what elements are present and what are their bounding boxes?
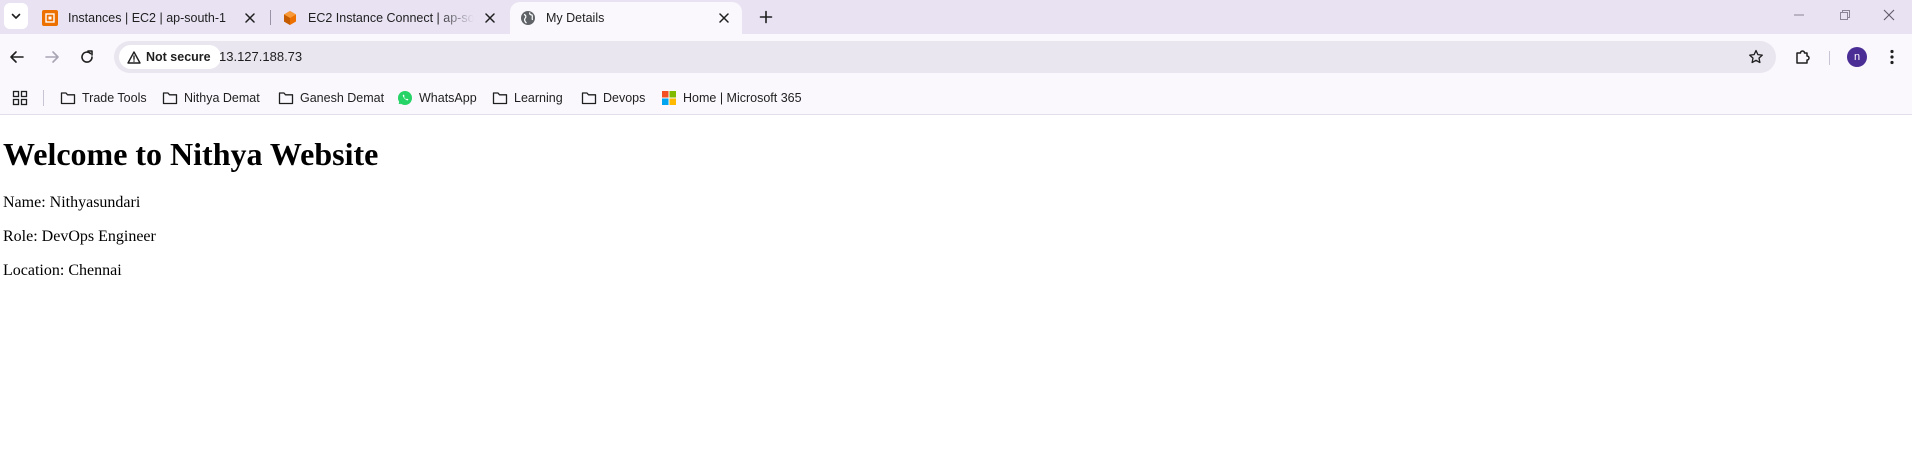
folder-icon [162,90,178,106]
role-line: Role: DevOps Engineer [3,228,156,245]
bookmark-label: Home | Microsoft 365 [683,90,802,105]
tab-strip: Instances | EC2 | ap-south-1 EC2 Instanc… [0,0,1912,34]
browser-toolbar: Not secure 13.127.188.73 n [0,34,1912,80]
bookmark-trade-tools[interactable]: Trade Tools [60,86,147,109]
avatar: n [1847,47,1867,67]
bookmark-label: Devops [603,90,646,105]
forward-button[interactable] [38,43,66,71]
name-line: Name: Nithyasundari [3,194,141,211]
more-vertical-icon [1890,49,1894,65]
arrow-right-icon [45,51,59,63]
reload-icon [81,50,93,63]
apps-grid-icon [12,90,28,106]
folder-icon [492,90,508,106]
bookmark-label: WhatsApp [419,90,477,105]
minimize-icon [1794,14,1804,16]
bookmark-label: Trade Tools [82,90,147,105]
profile-button[interactable]: n [1843,43,1871,71]
apps-button[interactable] [10,88,30,108]
warning-icon [127,50,141,64]
url-text[interactable]: 13.127.188.73 [219,49,302,64]
close-tab-icon[interactable] [716,10,732,26]
tab-title: Instances | EC2 | ap-south-1 [68,11,226,25]
security-label: Not secure [146,50,211,64]
bookmark-label: Nithya Demat [184,90,260,105]
reload-button[interactable] [73,43,101,71]
close-tab-icon[interactable] [482,10,498,26]
tab-title: My Details [546,11,605,25]
back-button[interactable] [3,43,31,71]
chevron-down-icon [11,13,21,19]
extensions-button[interactable] [1789,43,1817,71]
new-tab-button[interactable] [752,3,780,31]
bookmarks-bar: Trade Tools Nithya Demat Ganesh Demat Wh… [0,80,1912,115]
bookmark-ganesh-demat[interactable]: Ganesh Demat [278,86,384,109]
restore-button[interactable] [1822,0,1868,30]
plus-icon [759,10,773,24]
restore-icon [1840,10,1850,20]
star-icon [1749,49,1763,64]
page-heading: Welcome to Nithya Website [3,136,379,172]
bookmark-learning[interactable]: Learning [492,86,563,109]
close-window-button[interactable] [1866,0,1912,30]
folder-icon [278,90,294,106]
bookmark-home-microsoft-365[interactable]: Home | Microsoft 365 [661,86,802,109]
tab-separator [270,10,271,25]
site-info-button[interactable]: Not secure [119,45,221,69]
aws-ec2-icon [42,10,58,26]
toolbar-divider [1829,51,1830,65]
bookmark-nithya-demat[interactable]: Nithya Demat [162,86,260,109]
tab-ec2-instance-connect[interactable]: EC2 Instance Connect | ap-south-1 [272,2,508,34]
tab-search-button[interactable] [4,3,28,29]
tab-title: EC2 Instance Connect | ap-south-1 [308,11,474,25]
page-content: Welcome to Nithya Website Name: Nithyasu… [0,116,1912,470]
bookmark-star-button[interactable] [1746,47,1766,67]
puzzle-piece-icon [1796,50,1810,64]
globe-icon [520,10,536,26]
folder-icon [60,90,76,106]
minimize-button[interactable] [1776,0,1822,30]
tab-instances-ec2[interactable]: Instances | EC2 | ap-south-1 [32,2,268,34]
aws-ec2-connect-icon [282,10,298,26]
menu-button[interactable] [1878,43,1906,71]
whatsapp-icon [397,90,413,106]
address-bar[interactable]: Not secure 13.127.188.73 [114,41,1776,73]
arrow-left-icon [10,51,24,63]
close-icon [1883,9,1895,21]
folder-icon [581,90,597,106]
location-line: Location: Chennai [3,262,122,279]
tab-my-details[interactable]: My Details [510,2,742,34]
bookmark-whatsapp[interactable]: WhatsApp [397,86,477,109]
microsoft-icon [661,90,677,106]
bookmark-devops[interactable]: Devops [581,86,645,109]
bookmarks-separator [43,90,44,106]
bookmark-label: Ganesh Demat [300,90,385,105]
bookmark-label: Learning [514,90,563,105]
close-tab-icon[interactable] [242,10,258,26]
